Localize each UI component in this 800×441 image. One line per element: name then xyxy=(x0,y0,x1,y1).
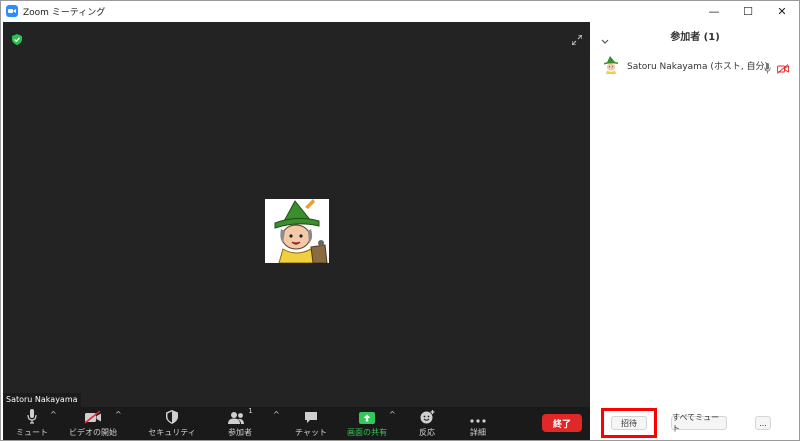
participants-panel: 参加者 (1) Satoru Nakayama (ホスト, 自分) 招待 すべて… xyxy=(591,22,799,440)
meeting-toolbar: ミュート ^ ビデオの開始 ^ セキュリティ 1 参加者 ^ チャット 画面の共… xyxy=(3,407,590,440)
mute-all-button[interactable]: すべてミュート xyxy=(671,413,727,433)
smiley-plus-icon xyxy=(420,407,435,424)
share-screen-icon xyxy=(359,407,375,424)
participant-avatar xyxy=(265,199,329,263)
reactions-label: 反応 xyxy=(419,428,435,437)
invite-button[interactable]: 招待 xyxy=(611,416,647,430)
minimize-button[interactable]: — xyxy=(697,1,731,21)
video-off-icon xyxy=(84,407,102,424)
panel-more-button[interactable]: ... xyxy=(755,416,771,430)
window-title: Zoom ミーティング xyxy=(23,7,106,18)
participants-panel-header: 参加者 (1) xyxy=(591,22,799,50)
participants-panel-footer: 招待 すべてミュート ... xyxy=(591,408,799,440)
zoom-window: Zoom ミーティング — ☐ ✕ Satoru Nakayama ミュート ^… xyxy=(0,0,800,441)
mute-button[interactable]: ミュート xyxy=(13,407,51,440)
reactions-button[interactable]: 反応 xyxy=(411,407,443,440)
chat-label: チャット xyxy=(295,428,327,437)
start-video-label: ビデオの開始 xyxy=(69,428,117,437)
share-options-caret-icon[interactable]: ^ xyxy=(389,410,396,419)
participant-name-tag: Satoru Nakayama xyxy=(3,393,81,407)
chat-button[interactable]: チャット xyxy=(293,407,329,440)
fullscreen-icon[interactable] xyxy=(571,30,583,49)
mute-label: ミュート xyxy=(16,428,48,437)
shield-icon xyxy=(166,407,178,424)
zoom-logo-icon xyxy=(6,5,18,17)
microphone-icon xyxy=(27,407,37,424)
security-button[interactable]: セキュリティ xyxy=(148,407,196,440)
avatar xyxy=(602,56,620,74)
microphone-icon[interactable] xyxy=(764,59,771,78)
video-area: Satoru Nakayama xyxy=(3,22,590,407)
audio-options-caret-icon[interactable]: ^ xyxy=(50,410,57,419)
security-label: セキュリティ xyxy=(148,428,196,437)
more-label: 詳細 xyxy=(470,428,486,437)
window-controls: — ☐ ✕ xyxy=(697,1,799,21)
participants-icon: 1 xyxy=(227,407,253,424)
video-off-icon[interactable] xyxy=(776,59,789,78)
participants-label: 参加者 xyxy=(228,428,252,437)
participant-row[interactable]: Satoru Nakayama (ホスト, 自分) xyxy=(591,55,799,75)
participants-options-caret-icon[interactable]: ^ xyxy=(273,410,280,419)
participant-name: Satoru Nakayama (ホスト, 自分) xyxy=(627,62,769,72)
more-button[interactable]: 詳細 xyxy=(463,407,493,440)
encryption-shield-icon[interactable] xyxy=(12,30,22,49)
participants-count: 1 xyxy=(248,407,253,415)
share-screen-label: 画面の共有 xyxy=(347,428,387,437)
maximize-button[interactable]: ☐ xyxy=(731,1,765,21)
share-screen-button[interactable]: 画面の共有 xyxy=(345,407,389,440)
title-bar: Zoom ミーティング — ☐ ✕ xyxy=(1,1,799,21)
participants-panel-title: 参加者 (1) xyxy=(670,32,720,43)
more-dots-icon xyxy=(470,407,486,424)
participants-button[interactable]: 1 参加者 xyxy=(222,407,258,440)
start-video-button[interactable]: ビデオの開始 xyxy=(69,407,117,440)
chat-bubble-icon xyxy=(304,407,318,424)
video-options-caret-icon[interactable]: ^ xyxy=(115,410,122,419)
end-meeting-button[interactable]: 終了 xyxy=(542,414,582,432)
close-button[interactable]: ✕ xyxy=(765,1,799,21)
